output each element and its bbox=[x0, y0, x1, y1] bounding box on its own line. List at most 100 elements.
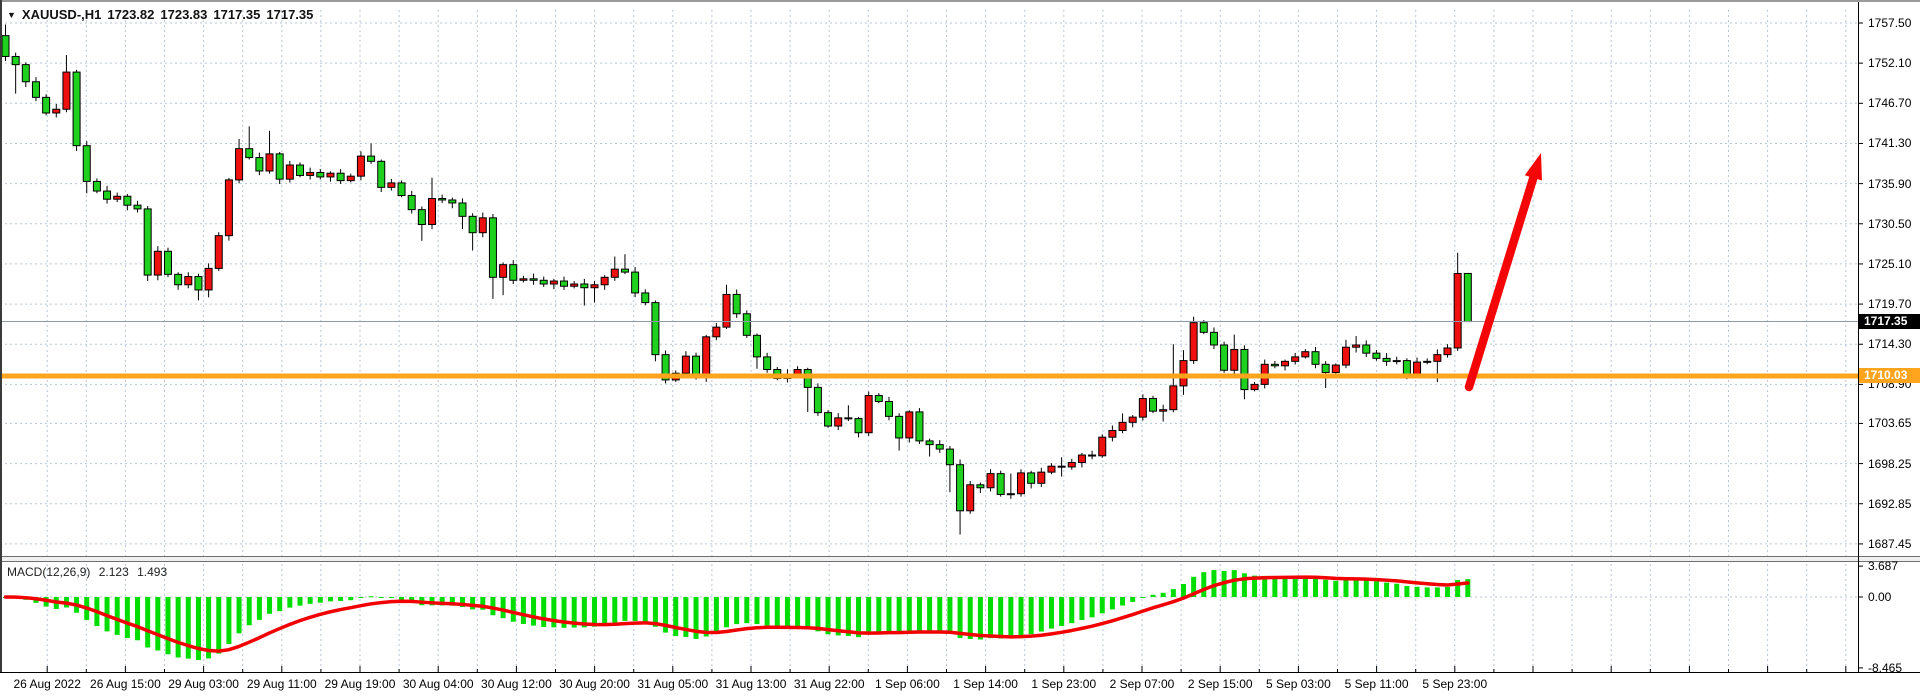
candle-body bbox=[1312, 352, 1319, 365]
macd-histogram-bar bbox=[511, 597, 516, 622]
macd-histogram-bar bbox=[592, 597, 597, 627]
candle-body bbox=[561, 281, 568, 286]
macd-histogram-bar bbox=[115, 597, 120, 635]
macd-histogram-bar bbox=[643, 597, 648, 622]
time-axis-label: 30 Aug 04:00 bbox=[403, 677, 474, 691]
candle-body bbox=[875, 396, 882, 402]
candle-body bbox=[195, 277, 202, 290]
candle-body bbox=[185, 277, 192, 285]
candle-body bbox=[1068, 462, 1075, 466]
time-axis-label: 31 Aug 22:00 bbox=[794, 677, 865, 691]
macd-histogram-bar bbox=[917, 597, 922, 631]
price-axis-label: 1703.65 bbox=[1868, 416, 1911, 430]
candle-body bbox=[1332, 365, 1339, 372]
price-axis-label: 1752.10 bbox=[1868, 56, 1911, 70]
macd-histogram-bar bbox=[176, 597, 181, 658]
candle-body bbox=[286, 165, 293, 179]
candle-body bbox=[225, 180, 232, 236]
macd-histogram-bar bbox=[1232, 570, 1237, 597]
candle-body bbox=[753, 335, 760, 357]
candle-body bbox=[154, 251, 161, 275]
candle-body bbox=[1200, 323, 1207, 333]
macd-histogram-bar bbox=[673, 597, 678, 636]
ohlc-open: 1723.82 bbox=[107, 7, 154, 22]
time-axis-label: 1 Sep 14:00 bbox=[953, 677, 1018, 691]
price-axis[interactable]: 1757.501752.101746.701741.301735.901730.… bbox=[1862, 0, 1920, 673]
candle-body bbox=[1150, 399, 1157, 412]
macd-histogram-bar bbox=[1120, 597, 1125, 606]
candle-body bbox=[611, 269, 618, 277]
candle-body bbox=[845, 418, 852, 419]
candle-body bbox=[713, 327, 720, 337]
trend-arrow-shaft[interactable] bbox=[1469, 172, 1535, 387]
candle-body bbox=[1139, 399, 1146, 418]
time-axis-label: 1 Sep 23:00 bbox=[1031, 677, 1096, 691]
time-axis-label: 30 Aug 12:00 bbox=[481, 677, 552, 691]
candle-body bbox=[144, 209, 151, 275]
candle-body bbox=[723, 294, 730, 327]
price-axis-label: 1741.30 bbox=[1868, 136, 1911, 150]
price-axis-label: 1746.70 bbox=[1868, 96, 1911, 110]
macd-histogram-bar bbox=[1343, 580, 1348, 597]
price-axis-label: 1687.45 bbox=[1868, 537, 1911, 551]
macd-histogram-bar bbox=[551, 597, 556, 627]
macd-histogram-bar bbox=[135, 597, 140, 640]
macd-histogram-bar bbox=[714, 597, 719, 633]
candle-body bbox=[967, 485, 974, 511]
candle-body bbox=[1180, 361, 1187, 386]
macd-histogram-bar bbox=[348, 597, 353, 600]
macd-histogram-bar bbox=[1415, 587, 1420, 597]
chart-window: ▼ XAUUSD-,H1 1723.82 1723.83 1717.35 171… bbox=[0, 0, 1920, 698]
trend-arrow-head[interactable] bbox=[1525, 153, 1542, 180]
macd-histogram-bar bbox=[927, 597, 932, 632]
candle-body bbox=[489, 218, 496, 277]
macd-histogram-bar bbox=[1069, 597, 1074, 623]
time-axis-label: 29 Aug 11:00 bbox=[247, 677, 317, 691]
candle-body bbox=[63, 72, 70, 109]
candle-body bbox=[520, 279, 527, 280]
candle-body bbox=[1424, 361, 1431, 362]
candle-body bbox=[571, 284, 578, 286]
macd-histogram-bar bbox=[1171, 589, 1176, 597]
macd-histogram-bar bbox=[1059, 597, 1064, 626]
time-axis[interactable]: 26 Aug 202226 Aug 15:0029 Aug 03:0029 Au… bbox=[0, 673, 1920, 698]
macd-histogram-bar bbox=[399, 597, 404, 600]
candle-body bbox=[591, 285, 598, 288]
candle-body bbox=[621, 269, 628, 272]
candle-body bbox=[164, 251, 171, 274]
macd-histogram-bar bbox=[622, 597, 627, 621]
macd-histogram-bar bbox=[795, 597, 800, 628]
candle-body bbox=[550, 281, 557, 284]
candle-body bbox=[540, 280, 547, 284]
candle-body bbox=[337, 173, 344, 180]
macd-histogram-bar bbox=[1079, 597, 1084, 620]
candle-body bbox=[1414, 362, 1421, 374]
candle-body bbox=[1078, 455, 1085, 462]
candle-body bbox=[307, 172, 314, 175]
candle-body bbox=[479, 218, 486, 233]
candle-body bbox=[1403, 361, 1410, 374]
candle-body bbox=[1099, 437, 1106, 456]
candle-body bbox=[1028, 473, 1035, 483]
candle-body bbox=[632, 272, 639, 293]
time-axis-label: 5 Sep 03:00 bbox=[1266, 677, 1331, 691]
macd-histogram-bar bbox=[379, 597, 384, 598]
symbol-dropdown-icon[interactable]: ▼ bbox=[7, 10, 16, 20]
macd-histogram-bar bbox=[785, 597, 790, 628]
macd-histogram-bar bbox=[1242, 573, 1247, 597]
time-axis-label: 30 Aug 20:00 bbox=[559, 677, 630, 691]
candle-body bbox=[1129, 417, 1136, 422]
candle-body bbox=[256, 158, 263, 171]
macd-histogram-bar bbox=[338, 597, 343, 601]
chart-canvas[interactable] bbox=[0, 0, 1920, 673]
candle-body bbox=[1048, 466, 1055, 472]
macd-histogram-bar bbox=[1090, 597, 1095, 617]
macd-histogram-bar bbox=[277, 597, 282, 611]
macd-histogram-bar bbox=[369, 596, 374, 597]
hline-price-badge: 1710.03 bbox=[1859, 368, 1920, 383]
macd-histogram-bar bbox=[521, 597, 526, 624]
macd-histogram-bar bbox=[1100, 597, 1105, 613]
macd-histogram-bar bbox=[602, 597, 607, 625]
macd-histogram-bar bbox=[1354, 580, 1359, 597]
candle-body bbox=[266, 154, 273, 171]
